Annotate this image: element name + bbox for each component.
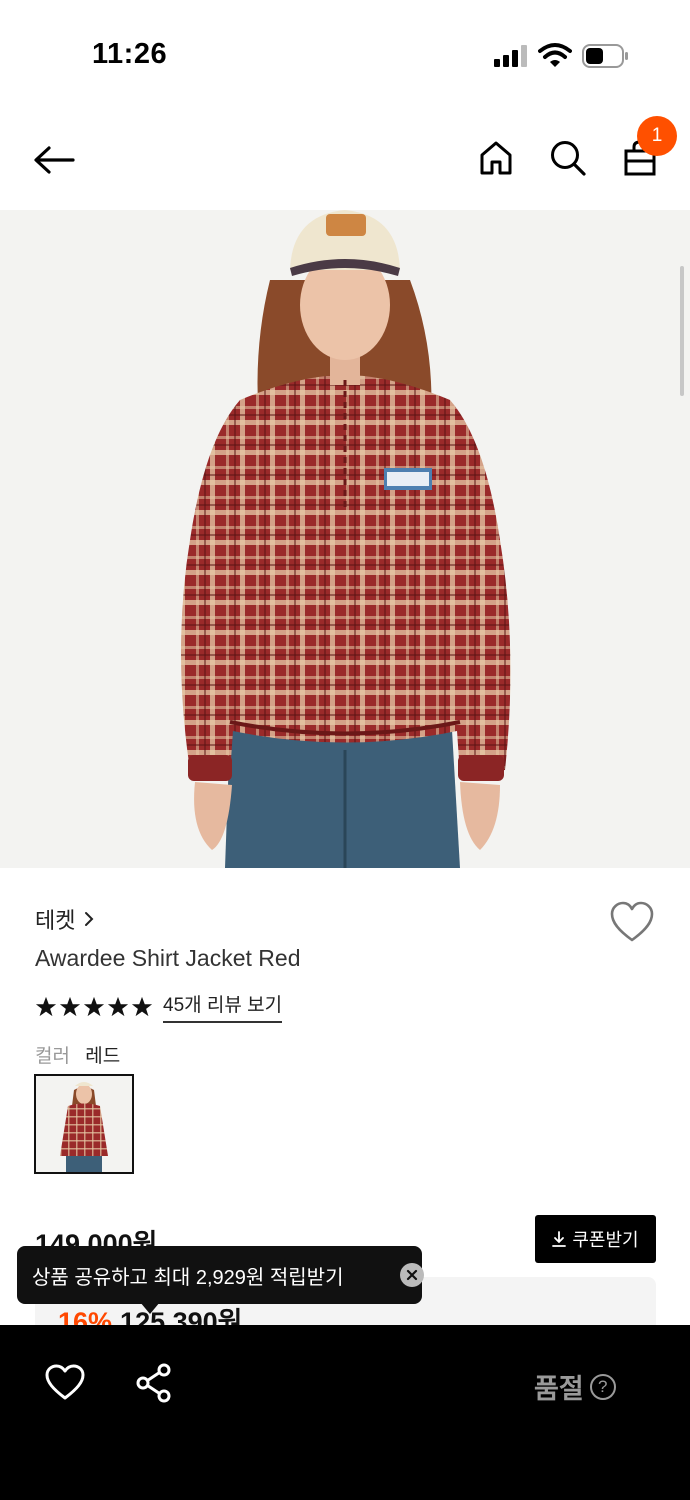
- star-icon: [35, 996, 57, 1016]
- search-icon: [551, 141, 586, 176]
- wishlist-button[interactable]: [608, 900, 656, 946]
- cellular-signal-icon: [494, 45, 527, 67]
- coupon-button-label: 쿠폰받기: [572, 1230, 639, 1250]
- toast-close-button[interactable]: [400, 1263, 424, 1287]
- rating-stars: [35, 996, 153, 1018]
- toast-pointer: [140, 1302, 160, 1314]
- close-icon: [406, 1269, 418, 1281]
- color-row: 컬러 레드: [35, 1041, 120, 1068]
- review-link[interactable]: 45개 리뷰 보기: [163, 990, 283, 1023]
- back-button[interactable]: [28, 134, 80, 186]
- sold-out-label: 품절: [534, 1374, 584, 1404]
- bottom-wishlist-button[interactable]: [44, 1363, 86, 1403]
- cart-count-badge: 1: [637, 116, 677, 156]
- home-button[interactable]: [470, 132, 522, 184]
- share-button[interactable]: [134, 1363, 174, 1403]
- chevron-right-icon: [85, 912, 94, 926]
- color-value: 레드: [85, 1046, 121, 1067]
- color-label: 컬러: [35, 1046, 70, 1067]
- star-icon: [59, 996, 81, 1016]
- wifi-icon: [538, 43, 572, 67]
- help-icon[interactable]: ?: [589, 1373, 616, 1400]
- home-icon: [480, 141, 512, 175]
- download-icon: [552, 1231, 567, 1247]
- bottom-action-bar: 품절 ?: [0, 1325, 690, 1500]
- toast-message: 상품 공유하고 최대 2,929원 적립받기: [32, 1266, 344, 1289]
- scroll-indicator[interactable]: [680, 266, 684, 396]
- status-time: 11:26: [92, 38, 168, 70]
- share-icon: [136, 1363, 171, 1403]
- star-icon: [131, 996, 153, 1016]
- sold-out-status[interactable]: 품절 ?: [534, 1367, 616, 1406]
- share-reward-toast[interactable]: 상품 공유하고 최대 2,929원 적립받기: [17, 1246, 424, 1304]
- heart-outline-icon: [45, 1364, 85, 1400]
- search-button[interactable]: [542, 132, 594, 184]
- product-photo-illustration: [181, 210, 511, 868]
- rating-row: 45개 리뷰 보기: [35, 990, 283, 1023]
- brand-link[interactable]: 테켓: [35, 903, 95, 935]
- brand-name: 테켓: [35, 908, 76, 933]
- heart-outline-icon: [610, 901, 654, 942]
- product-name: Awardee Shirt Jacket Red: [35, 945, 301, 971]
- star-icon: [83, 996, 105, 1016]
- star-icon: [107, 996, 129, 1016]
- status-bar: 11:26: [0, 0, 690, 110]
- arrow-left-icon: [34, 146, 75, 174]
- top-navigation: [0, 110, 690, 210]
- battery-icon: [582, 44, 628, 68]
- coupon-button[interactable]: 쿠폰받기: [535, 1215, 656, 1263]
- swatch-thumbnail: [60, 1082, 108, 1172]
- product-main-image[interactable]: [0, 210, 690, 868]
- color-swatch-red[interactable]: [34, 1074, 134, 1174]
